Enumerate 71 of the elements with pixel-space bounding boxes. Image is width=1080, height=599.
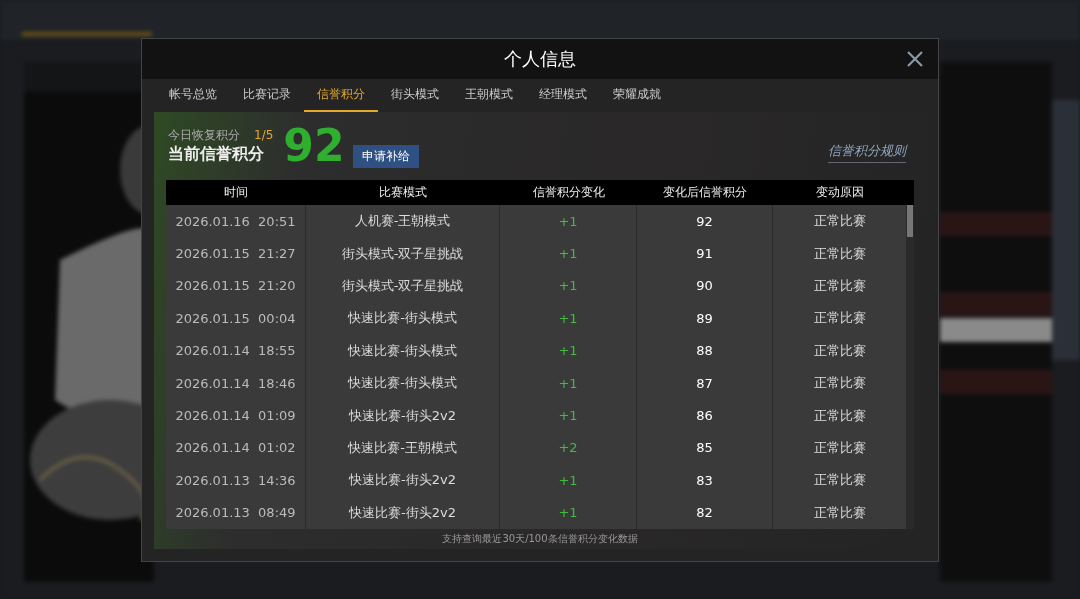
table-cell: 快速比赛-王朝模式 xyxy=(306,431,500,465)
tab[interactable]: 荣耀成就 xyxy=(600,79,674,112)
footer-note: 支持查询最近30天/100条信誉积分变化数据 xyxy=(442,531,638,546)
table-cell: +1 xyxy=(500,302,637,335)
tab[interactable]: 经理模式 xyxy=(526,79,600,112)
table-cell: 快速比赛-街头2v2 xyxy=(306,464,500,497)
table-cell: 2026.01.14 18:46 xyxy=(166,366,306,400)
table-cell: 2026.01.14 01:09 xyxy=(166,399,306,432)
table-cell: +1 xyxy=(500,205,637,238)
table-cell: +1 xyxy=(500,269,637,303)
table-cell: 2026.01.16 20:51 xyxy=(166,205,306,238)
column-header: 比赛模式 xyxy=(378,184,428,201)
table-cell: 86 xyxy=(637,399,773,432)
table-cell: 87 xyxy=(637,366,773,400)
current-score-label: 当前信誉积分 xyxy=(168,144,265,165)
tab[interactable]: 王朝模式 xyxy=(452,79,526,112)
table-cell: +1 xyxy=(500,334,637,367)
table-cell: 快速比赛-街头2v2 xyxy=(306,496,500,529)
table-cell: 2026.01.13 08:49 xyxy=(166,496,306,529)
table-cell: 88 xyxy=(637,334,773,367)
table-cell: 83 xyxy=(637,464,773,497)
table-cell-text: 正常比赛 xyxy=(812,341,867,360)
close-icon[interactable] xyxy=(906,50,924,68)
table-cell: +1 xyxy=(500,399,637,432)
table-cell-text: 正常比赛 xyxy=(812,276,867,295)
table-cell: +1 xyxy=(500,464,637,497)
table-cell: 快速比赛-街头模式 xyxy=(306,366,500,400)
table-cell: +1 xyxy=(500,496,637,529)
table-cell: 2026.01.15 00:04 xyxy=(166,302,306,335)
column-header: 变动原因 xyxy=(814,184,865,201)
table-cell-text: 正常比赛 xyxy=(812,438,867,457)
table-cell: +2 xyxy=(500,431,637,465)
table-cell: 2026.01.15 21:20 xyxy=(166,269,306,303)
recover-label: 今日恢复积分 xyxy=(168,127,240,144)
table-cell-text: 正常比赛 xyxy=(812,406,867,425)
table-cell: 90 xyxy=(637,269,773,303)
score-value: 92 xyxy=(283,124,345,168)
table-cell-text: 正常比赛 xyxy=(812,471,867,490)
recover-count: 1/5 xyxy=(254,128,274,142)
table-cell-text: 正常比赛 xyxy=(812,309,867,328)
rules-link[interactable]: 信誉积分规则 xyxy=(828,141,906,163)
table-cell: 2026.01.14 18:55 xyxy=(166,334,306,367)
table-cell-text: 正常比赛 xyxy=(812,244,867,263)
apply-button[interactable]: 申请补给 xyxy=(352,144,419,168)
dialog-title: 个人信息 xyxy=(504,47,576,71)
table-cell: 快速比赛-街头2v2 xyxy=(306,399,500,432)
table-cell: +1 xyxy=(500,237,637,270)
table-cell-text: 正常比赛 xyxy=(812,503,867,522)
table-cell: 快速比赛-街头模式 xyxy=(306,302,500,335)
tab[interactable]: 帐号总览 xyxy=(156,79,230,112)
table-cell: 82 xyxy=(637,496,773,529)
column-header: 变化后信誉积分 xyxy=(662,184,748,201)
table-cell: 91 xyxy=(637,237,773,270)
table-cell: 街头模式-双子星挑战 xyxy=(306,237,500,270)
table-cell: 85 xyxy=(637,431,773,465)
table-cell: 人机赛-王朝模式 xyxy=(306,205,500,238)
table-cell: 街头模式-双子星挑战 xyxy=(306,269,500,303)
table-cell: 2026.01.13 14:36 xyxy=(166,464,306,497)
column-header: 信誉积分变化 xyxy=(531,184,606,201)
table-cell-text: 正常比赛 xyxy=(812,212,867,231)
column-header: 时间 xyxy=(223,184,249,201)
table-cell: 89 xyxy=(637,302,773,335)
tab[interactable]: 比赛记录 xyxy=(230,79,304,112)
tab[interactable]: 街头模式 xyxy=(378,79,452,112)
table-cell: 快速比赛-街头模式 xyxy=(306,334,500,367)
table-cell: +1 xyxy=(500,366,637,400)
table-cell: 2026.01.15 21:27 xyxy=(166,237,306,270)
scrollbar-thumb[interactable] xyxy=(907,205,913,237)
table-cell: 92 xyxy=(637,205,773,238)
table-cell-text: 正常比赛 xyxy=(812,374,867,393)
table-cell: 2026.01.14 01:02 xyxy=(166,431,306,465)
